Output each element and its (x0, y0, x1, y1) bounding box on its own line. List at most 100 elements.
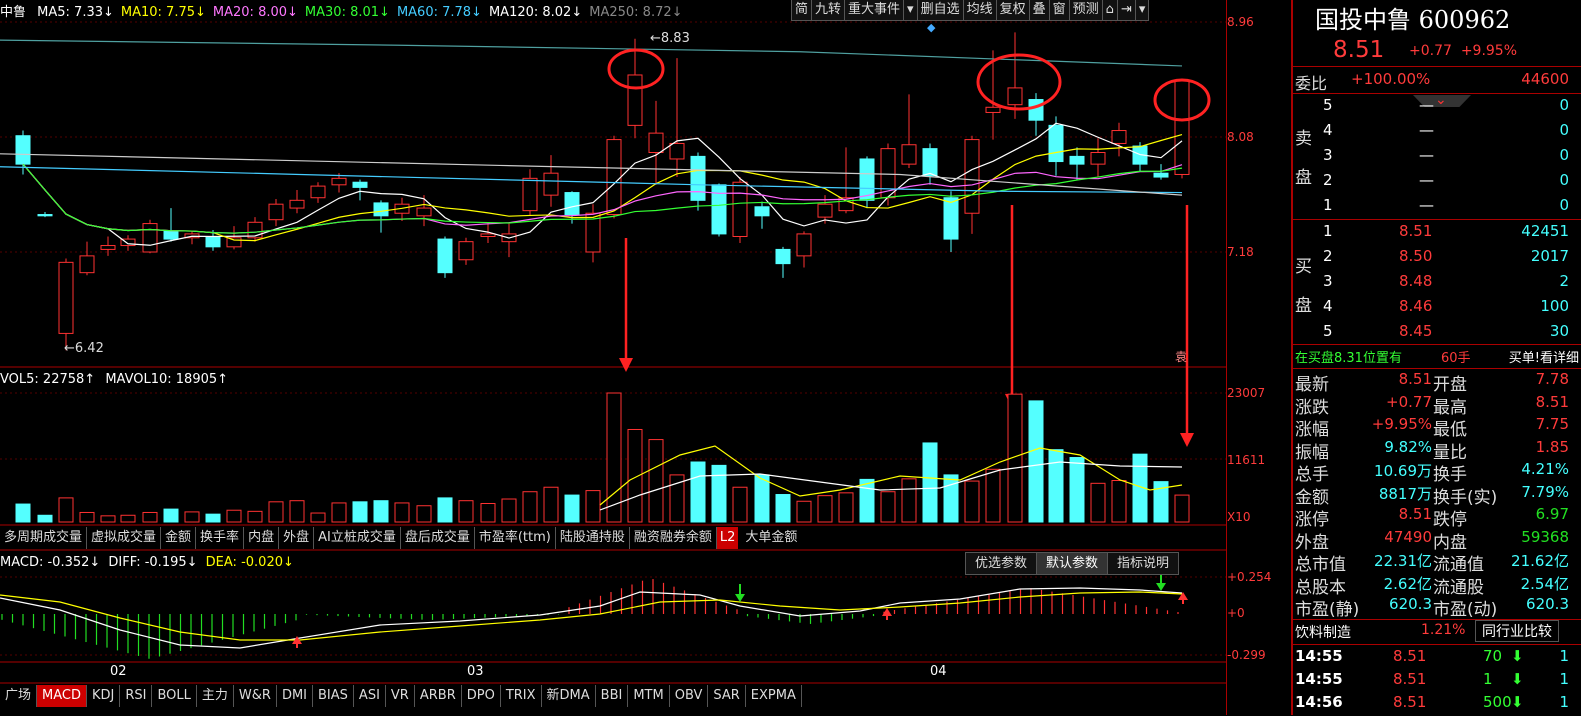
price-axis-low: 7.18 (1227, 245, 1254, 259)
volume-bar (437, 497, 453, 523)
stat-row: 市盈(静) 620.3 市盈(动) 620.3 (1293, 595, 1581, 620)
bottom-tab[interactable]: EXPMA (746, 685, 802, 707)
bottom-tab[interactable]: VR (386, 685, 415, 707)
weibi-row: 委比 +100.00% 44600 (1293, 68, 1581, 93)
volume-bar (796, 500, 812, 523)
volume-bar (775, 494, 791, 523)
stock-code: 600962 (1418, 6, 1511, 34)
overlay-button[interactable]: 叠 (1028, 0, 1050, 21)
bottom-tab[interactable]: BBI (596, 685, 629, 707)
stat-value: 8.51 (1398, 370, 1432, 388)
high-annotation: ←8.83 (650, 31, 690, 46)
bottom-tab[interactable]: BOLL (152, 685, 197, 707)
stat-value: 2.62亿 (1383, 574, 1432, 593)
vol-axis-mid: 11611 (1227, 453, 1266, 467)
volume-bar (268, 501, 284, 523)
volume-bar (394, 502, 410, 523)
level: 1 (1323, 196, 1333, 214)
stat-label: 总股本 (1295, 577, 1346, 598)
price: — (1419, 121, 1434, 139)
tick-price: 8.51 (1393, 670, 1427, 688)
bottom-tab[interactable]: 新DMA (542, 685, 596, 707)
simple-button[interactable]: 简 (791, 0, 813, 21)
ma120-line (0, 153, 1183, 196)
volume-bar (373, 500, 389, 523)
stat-label: 量比 (1433, 442, 1467, 463)
indicator-tab[interactable]: 融资融券余额 (630, 527, 717, 549)
indicator-help-button[interactable]: 指标说明 (1107, 552, 1180, 575)
events-dropdown[interactable]: ▾ (903, 0, 918, 21)
stat-label: 外盘 (1295, 532, 1329, 553)
candle-body (522, 177, 538, 212)
bottom-tab[interactable]: TRIX (501, 685, 542, 707)
volume-bar (985, 468, 1001, 523)
indicator-tab[interactable]: 陆股通持股 (556, 527, 630, 549)
optimal-param-button[interactable]: 优选参数 (965, 552, 1038, 575)
bottom-tab[interactable]: BIAS (313, 685, 354, 707)
volume-bar (859, 478, 875, 523)
indicator-tab[interactable]: 虚拟成交量 (87, 527, 162, 549)
bottom-tab[interactable]: RSI (120, 685, 153, 707)
window-button[interactable]: 窗 (1048, 0, 1070, 21)
forecast-button[interactable]: 预测 (1068, 0, 1103, 21)
candle-body (100, 245, 116, 250)
detail-link[interactable]: 买单!看详细 (1509, 347, 1579, 366)
bottom-tab[interactable]: SAR (708, 685, 746, 707)
industry-compare-button[interactable]: 同行业比较 (1475, 620, 1559, 642)
indicator-tab[interactable]: 外盘 (279, 527, 315, 549)
bottom-tab[interactable]: W&R (234, 685, 277, 707)
bottom-tab[interactable]: 主力 (197, 685, 234, 707)
tick-count: 1 (1559, 670, 1569, 688)
indicator-tab[interactable]: 多周期成交量 (0, 527, 88, 549)
position-note-row[interactable]: 在买盘8.31位置有 60手 买单!看详细 (1293, 345, 1581, 370)
candle-body (142, 223, 158, 253)
indicator-tab-big-order[interactable]: 大单金额 (741, 527, 801, 549)
candle-body (289, 199, 305, 209)
stat-row: 总手 10.69万 换手 4.21% (1293, 460, 1581, 485)
indicator-tab[interactable]: 盘后成交量 (401, 527, 475, 549)
bottom-tab[interactable]: ASI (354, 685, 386, 707)
candle-body (268, 203, 284, 221)
stat-value: 620.3 (1526, 595, 1569, 613)
default-param-button[interactable]: 默认参数 (1036, 552, 1109, 575)
lock-icon[interactable]: ⌂ (1101, 0, 1118, 21)
bottom-tab[interactable]: KDJ (87, 685, 121, 707)
volume-bar (352, 501, 368, 523)
level: 2 (1323, 247, 1333, 265)
candle-body (775, 248, 791, 265)
indicator-tab[interactable]: 市盈率(ttm) (475, 527, 556, 549)
chart-canvas[interactable] (0, 0, 1226, 715)
bottom-tab[interactable]: 广场 (0, 685, 38, 707)
stat-label: 市盈(动) (1433, 600, 1498, 620)
jiuzhuan-button[interactable]: 九转 (811, 0, 846, 21)
stat-value: 4.21% (1521, 460, 1569, 478)
events-button[interactable]: 重大事件 (844, 0, 905, 21)
volume-bar (79, 511, 95, 523)
ma-line-button[interactable]: 均线 (962, 0, 997, 21)
candle-body (564, 192, 580, 216)
delete-favorite-button[interactable]: 删自选 (916, 0, 964, 21)
stat-label: 振幅 (1295, 442, 1329, 463)
kline-chart-area[interactable]: 中鲁 MA5: 7.33↓ MA10: 7.75↓ MA20: 8.00↓ MA30:… (0, 0, 1226, 715)
stat-row: 总市值 22.31亿 流通值 21.62亿 (1293, 550, 1581, 575)
stat-label: 总市值 (1295, 555, 1346, 575)
more-dropdown[interactable]: ▾ (1134, 0, 1150, 21)
indicator-tab[interactable]: 金额 (161, 527, 197, 549)
bottom-tab[interactable]: MTM (628, 685, 670, 707)
adjust-button[interactable]: 复权 (995, 0, 1030, 21)
bottom-tab[interactable]: DMI (277, 685, 314, 707)
volume-bar (58, 497, 74, 523)
bottom-tab[interactable]: OBV (670, 685, 709, 707)
volume: 42451 (1521, 222, 1569, 240)
bottom-tab[interactable]: MACD (37, 685, 87, 707)
tick-count: 1 (1559, 693, 1569, 711)
stat-label: 内盘 (1433, 532, 1467, 553)
exit-icon[interactable]: ⇥ (1116, 0, 1136, 21)
bottom-tab[interactable]: DPO (462, 685, 501, 707)
bottom-tab[interactable]: ARBR (415, 685, 462, 707)
indicator-tab[interactable]: AI立桩成交量 (314, 527, 401, 549)
indicator-tab[interactable]: 换手率 (196, 527, 245, 549)
volume: 0 (1559, 171, 1569, 189)
indicator-tab[interactable]: 内盘 (244, 527, 280, 549)
position-hands: 60手 (1441, 351, 1471, 366)
